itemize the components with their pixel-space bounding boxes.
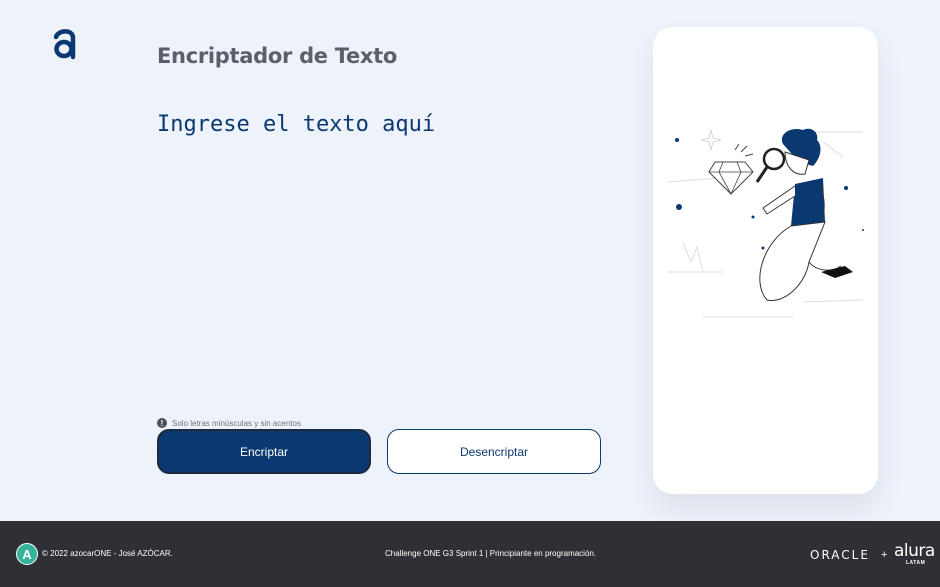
logo-icon xyxy=(53,29,76,60)
output-panel xyxy=(653,27,878,494)
footer: A © 2022 azocarONE - José AZÓCAR. Challe… xyxy=(0,521,940,587)
alura-latam-label: LATAM xyxy=(906,560,926,566)
oracle-logo: ORACLE xyxy=(810,548,870,562)
decrypt-button[interactable]: Desencriptar xyxy=(387,429,601,474)
search-illustration xyxy=(667,128,864,318)
footer-copyright: © 2022 azocarONE - José AZÓCAR. xyxy=(42,549,173,558)
footer-logo-icon: A xyxy=(16,543,38,565)
footer-challenge: Challenge ONE G3 Sprint 1 | Principiante… xyxy=(385,549,597,558)
text-input[interactable] xyxy=(157,110,627,400)
page-title: Encriptador de Texto xyxy=(157,44,398,68)
encrypt-button[interactable]: Encriptar xyxy=(157,429,371,474)
hint-text: Solo letras minúsculas y sin acentos xyxy=(172,418,301,428)
info-icon: ! xyxy=(157,418,167,428)
partner-plus: + xyxy=(881,549,888,561)
hint: ! Solo letras minúsculas y sin acentos xyxy=(157,418,301,428)
alura-logo: alura xyxy=(894,541,935,561)
